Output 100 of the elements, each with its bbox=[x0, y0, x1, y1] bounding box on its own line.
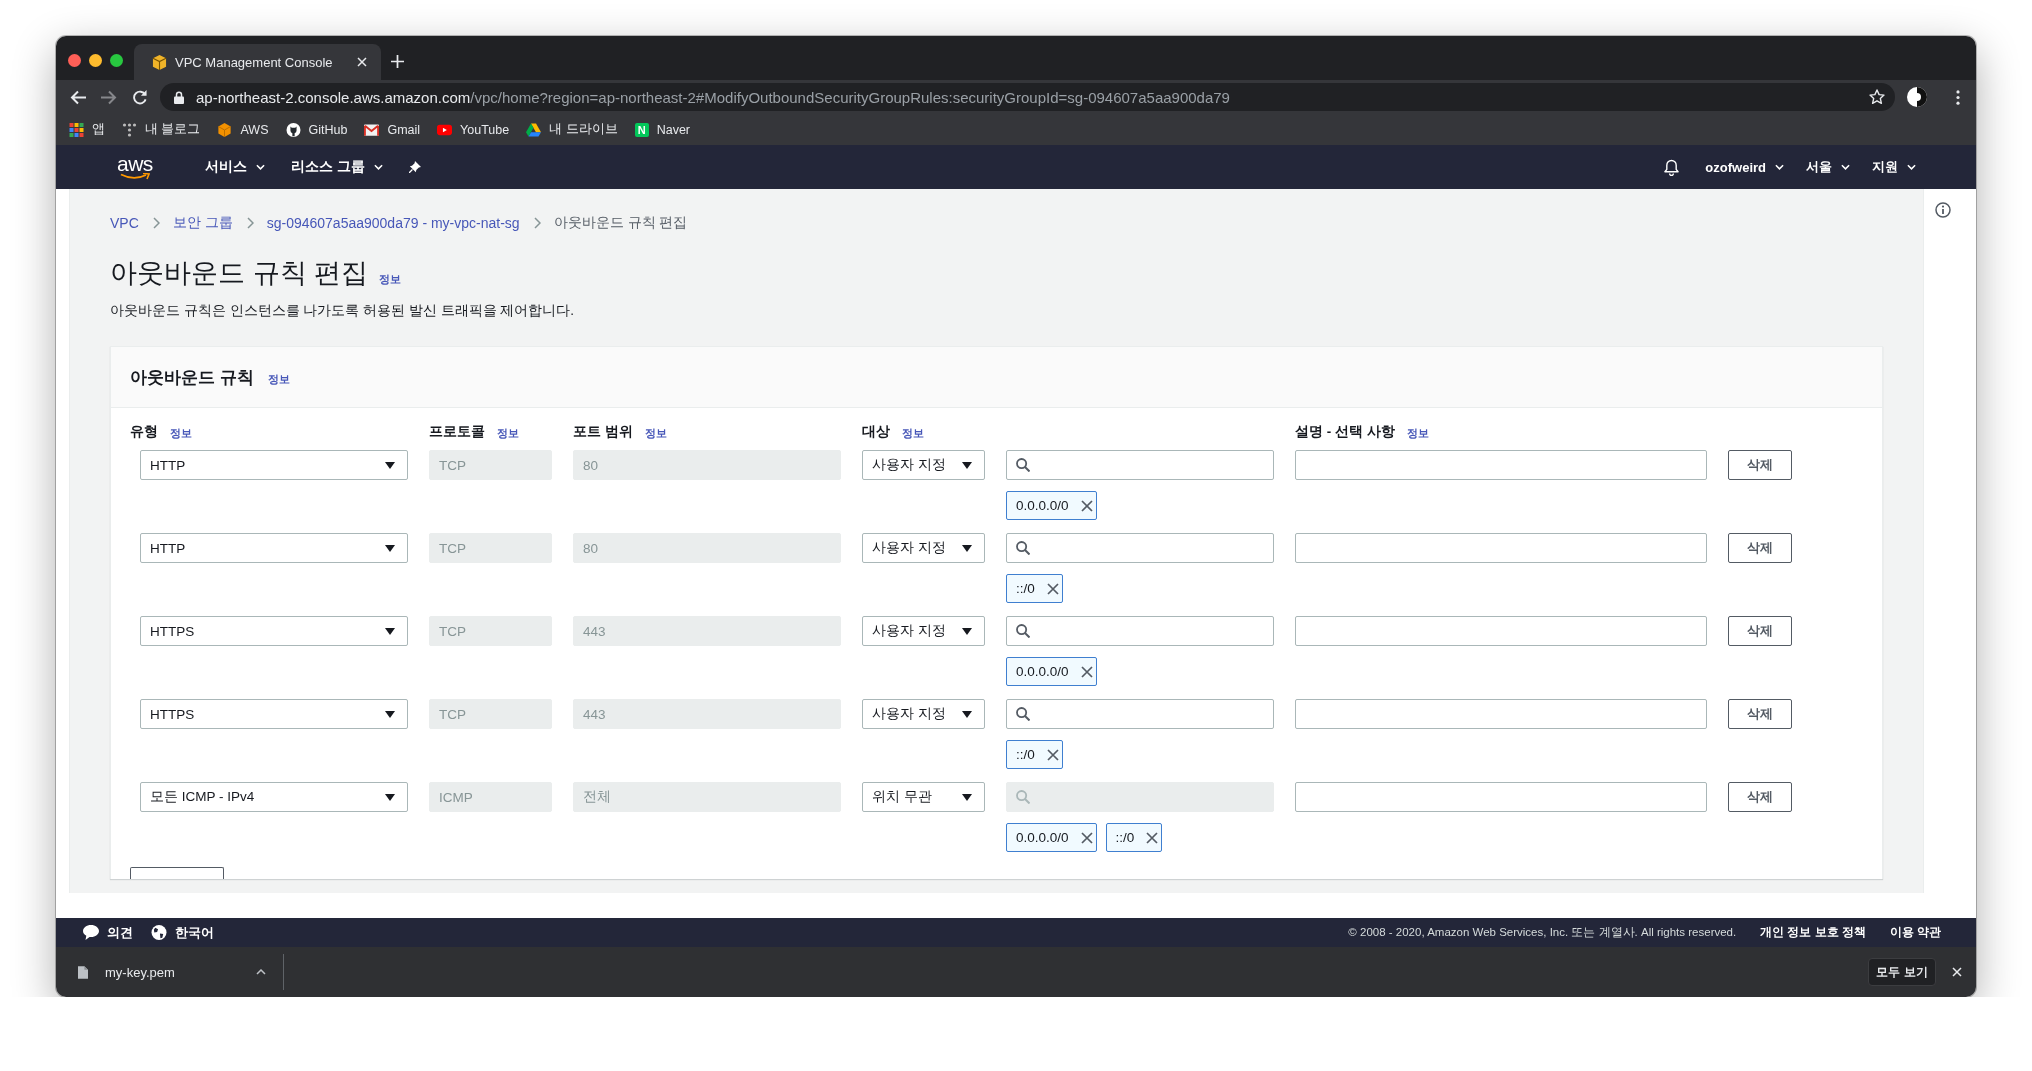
delete-button[interactable]: 삭제 bbox=[1728, 782, 1792, 812]
remove-icon[interactable] bbox=[1046, 582, 1059, 595]
browser-tab[interactable]: VPC Management Console bbox=[134, 44, 381, 80]
nav-menu[interactable]: 서울 bbox=[1806, 158, 1850, 176]
reload-icon[interactable] bbox=[132, 89, 148, 105]
search-field[interactable] bbox=[1006, 699, 1274, 729]
pin-icon[interactable] bbox=[408, 161, 421, 173]
info-link[interactable]: 정보 bbox=[267, 372, 290, 386]
plus-icon[interactable] bbox=[391, 55, 404, 68]
nav-menu[interactable]: 지원 bbox=[1872, 158, 1916, 176]
search-field[interactable] bbox=[1006, 616, 1274, 646]
port-range-field: 443 bbox=[573, 616, 841, 646]
type-select[interactable]: HTTPS bbox=[140, 699, 408, 729]
delete-button[interactable]: 삭제 bbox=[1728, 699, 1792, 729]
destination-select[interactable]: 위치 무관 bbox=[862, 782, 985, 812]
type-select[interactable]: HTTP bbox=[140, 533, 408, 563]
type-select[interactable]: 모든 ICMP - IPv4 bbox=[140, 782, 408, 812]
address-bar[interactable]: ap-northeast-2.console.aws.amazon.com/vpc/home?region=ap-northeast-2#ModifyOutboundSecurityGroupRules:securityGroupId=sg-094607a5aa900da79 bbox=[160, 83, 1895, 111]
footer-link[interactable]: 개인 정보 보호 정책 bbox=[1760, 925, 1866, 940]
cidr-text: 0.0.0.0/0 bbox=[1016, 830, 1069, 845]
delete-button[interactable]: 삭제 bbox=[1728, 533, 1792, 563]
star-icon[interactable] bbox=[1869, 89, 1885, 105]
footer-link[interactable]: 이용 약관 bbox=[1889, 925, 1941, 940]
protocol-field: TCP bbox=[429, 450, 552, 480]
description-field[interactable] bbox=[1295, 699, 1707, 729]
destination-select[interactable]: 사용자 지정 bbox=[862, 450, 985, 480]
more-icon[interactable] bbox=[1956, 89, 1960, 105]
caret-down-icon bbox=[385, 793, 395, 801]
cidr-text: ::/0 bbox=[1115, 830, 1135, 845]
feedback-link[interactable]: 의견 bbox=[83, 923, 133, 942]
bookmark-link[interactable]: YouTube bbox=[437, 122, 510, 137]
destination-select[interactable]: 사용자 지정 bbox=[862, 616, 985, 646]
show-all-button[interactable]: 모두 보기 bbox=[1868, 958, 1936, 986]
avatar-icon[interactable] bbox=[1907, 87, 1927, 107]
type-select[interactable]: HTTP bbox=[140, 450, 408, 480]
bookmark-link[interactable]: AWS bbox=[217, 122, 269, 137]
info-link[interactable]: 정보 bbox=[170, 426, 192, 440]
remove-icon[interactable] bbox=[1146, 831, 1159, 844]
port-range-field: 80 bbox=[573, 533, 841, 563]
description-field[interactable] bbox=[1295, 782, 1707, 812]
bell-icon[interactable] bbox=[1664, 158, 1680, 176]
description-field[interactable] bbox=[1295, 616, 1707, 646]
logo-link[interactable]: aws bbox=[117, 154, 153, 180]
remove-icon[interactable] bbox=[1080, 665, 1093, 678]
chevron-down-icon bbox=[373, 164, 383, 170]
column-header: 프로토콜 bbox=[429, 423, 485, 441]
delete-button[interactable]: 삭제 bbox=[1728, 450, 1792, 480]
download-item[interactable]: my-key.pem bbox=[78, 954, 284, 990]
delete-button[interactable]: 삭제 bbox=[1728, 616, 1792, 646]
chevron-up-icon bbox=[256, 969, 266, 975]
breadcrumb-link[interactable]: 보안 그룹 bbox=[172, 214, 233, 232]
bookmark-link[interactable]: N Naver bbox=[634, 122, 690, 137]
bookmark-link[interactable]: 내 블로그 bbox=[122, 121, 201, 138]
search-icon bbox=[1016, 541, 1030, 555]
protocol-field: TCP bbox=[429, 699, 552, 729]
cat-logo-icon bbox=[285, 122, 301, 137]
add-rule-button[interactable] bbox=[130, 867, 224, 879]
caret-down-icon bbox=[962, 544, 972, 552]
window-minimize-icon[interactable] bbox=[89, 54, 102, 67]
nav-menu[interactable]: ozofweird bbox=[1705, 159, 1784, 175]
page-title: 아웃바운드 규칙 편집 bbox=[110, 257, 368, 289]
info-link[interactable]: 정보 bbox=[497, 426, 519, 440]
nav-menu[interactable]: 리소스 그룹 bbox=[290, 158, 383, 176]
search-field[interactable] bbox=[1006, 450, 1274, 480]
bookmark-link[interactable]: Gmail bbox=[364, 122, 421, 137]
remove-icon[interactable] bbox=[1046, 748, 1059, 761]
info-link[interactable]: 정보 bbox=[379, 272, 401, 286]
close-icon[interactable] bbox=[1952, 967, 1962, 977]
nav-menu[interactable]: 서비스 bbox=[204, 158, 265, 176]
envelope-icon bbox=[364, 122, 380, 137]
speech-bubble-icon bbox=[83, 925, 99, 940]
window-zoom-icon[interactable] bbox=[110, 54, 123, 67]
language-link[interactable]: 한국어 bbox=[151, 923, 214, 942]
lock-icon bbox=[174, 90, 184, 104]
type-select[interactable]: HTTPS bbox=[140, 616, 408, 646]
remove-icon[interactable] bbox=[1080, 499, 1093, 512]
close-icon[interactable] bbox=[357, 57, 367, 67]
window-close-icon[interactable] bbox=[68, 54, 81, 67]
bookmark-link[interactable]: 내 드라이브 bbox=[526, 121, 618, 138]
bookmark-link[interactable]: GitHub bbox=[285, 122, 348, 137]
destination-select[interactable]: 사용자 지정 bbox=[862, 533, 985, 563]
destination-select[interactable]: 사용자 지정 bbox=[862, 699, 985, 729]
search-icon bbox=[1016, 707, 1030, 721]
caret-down-icon bbox=[962, 793, 972, 801]
info-link[interactable]: 정보 bbox=[902, 426, 924, 440]
remove-icon[interactable] bbox=[1080, 831, 1093, 844]
description-field[interactable] bbox=[1295, 533, 1707, 563]
info-icon[interactable] bbox=[1935, 202, 1951, 218]
breadcrumb-link[interactable]: VPC bbox=[110, 215, 139, 231]
dots-icon bbox=[122, 122, 137, 137]
caret-down-icon bbox=[385, 627, 395, 635]
back-arrow-icon[interactable] bbox=[70, 89, 86, 105]
info-link[interactable]: 정보 bbox=[1406, 426, 1429, 440]
search-field[interactable] bbox=[1006, 533, 1274, 563]
info-link[interactable]: 정보 bbox=[644, 426, 667, 440]
description-field[interactable] bbox=[1295, 450, 1707, 480]
breadcrumb-link[interactable]: sg-094607a5aa900da79 - my-vpc-nat-sg bbox=[266, 215, 520, 231]
port-range-field: 443 bbox=[573, 699, 841, 729]
bookmark-link[interactable]: 앱 bbox=[69, 121, 105, 138]
search-icon bbox=[1016, 458, 1030, 472]
